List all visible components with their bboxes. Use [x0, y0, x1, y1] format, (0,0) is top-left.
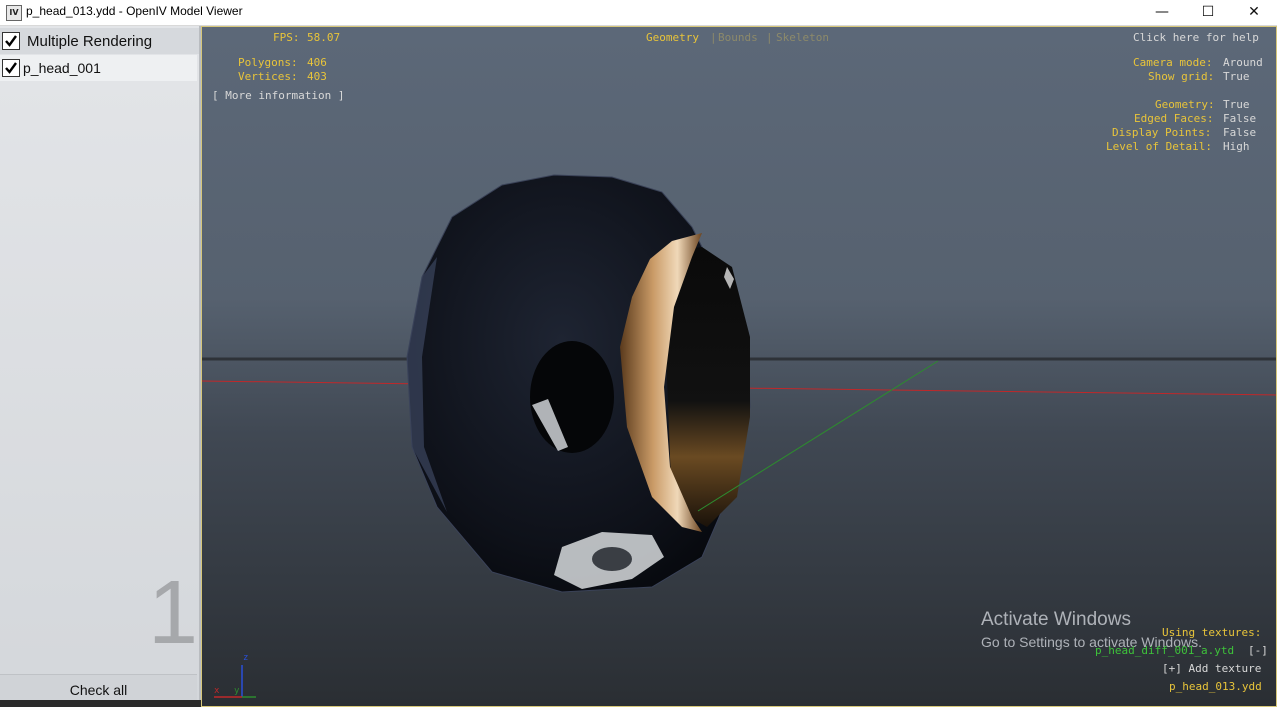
fps-value: 58.07	[307, 31, 341, 44]
fps-label: FPS:	[273, 31, 300, 44]
display-points-label[interactable]: Display Points:	[1112, 126, 1211, 139]
more-information-link[interactable]: [ More information ]	[212, 89, 344, 102]
maximize-button[interactable]: ☐	[1185, 0, 1231, 25]
help-link[interactable]: Click here for help	[1133, 31, 1259, 44]
mode-skeleton[interactable]: Skeleton	[776, 31, 829, 44]
level-of-detail-value[interactable]: High	[1223, 140, 1250, 153]
checkmark-icon	[5, 62, 17, 74]
texture-file-link[interactable]: p_head_diff_001_a.ytd	[1095, 644, 1234, 657]
model-count: 1	[148, 563, 199, 663]
level-of-detail-label[interactable]: Level of Detail:	[1106, 140, 1212, 153]
mode-bounds[interactable]: Bounds	[718, 31, 758, 44]
display-points-value[interactable]: False	[1223, 126, 1256, 139]
minimize-button[interactable]: —	[1139, 0, 1185, 25]
model-file-label: p_head_013.ydd	[1169, 680, 1262, 693]
window-title: p_head_013.ydd - OpenIV Model Viewer	[26, 4, 243, 18]
model-name-label: p_head_001	[23, 60, 101, 76]
gizmo-y-label: y	[234, 686, 240, 696]
geometry-value[interactable]: True	[1223, 98, 1250, 111]
polygons-value: 406	[307, 56, 327, 69]
mode-geometry[interactable]: Geometry	[646, 31, 699, 44]
polygons-label: Polygons:	[238, 56, 298, 69]
vertices-value: 403	[307, 70, 327, 83]
remove-texture-button[interactable]: [-]	[1248, 644, 1268, 657]
using-textures-label: Using textures:	[1162, 626, 1262, 639]
mode-separator: |	[766, 31, 773, 44]
model-checkbox[interactable]	[2, 59, 20, 77]
show-grid-label[interactable]: Show grid:	[1148, 70, 1214, 83]
model-list-sidebar: Multiple Rendering p_head_001 1 Check al…	[0, 26, 201, 707]
checkmark-icon	[5, 35, 17, 47]
vertices-label: Vertices:	[238, 70, 298, 83]
multiple-rendering-checkbox[interactable]	[2, 32, 20, 50]
add-texture-button[interactable]: [+] Add texture	[1162, 662, 1261, 675]
list-item[interactable]: p_head_001	[0, 55, 197, 81]
rim-center	[592, 547, 632, 571]
mode-separator: |	[710, 31, 717, 44]
edged-faces-label[interactable]: Edged Faces:	[1134, 112, 1213, 125]
show-grid-value[interactable]: True	[1223, 70, 1250, 83]
camera-mode-value[interactable]: Around	[1223, 56, 1263, 69]
model-viewport[interactable]: FPS: 58.07 Polygons: 406 Vertices: 403 […	[201, 26, 1277, 707]
title-bar: IV p_head_013.ydd - OpenIV Model Viewer …	[0, 0, 1277, 26]
multiple-rendering-label: Multiple Rendering	[27, 33, 153, 50]
edged-faces-value[interactable]: False	[1223, 112, 1256, 125]
gizmo-x-label: x	[214, 686, 220, 696]
openiv-app-icon: IV	[6, 5, 22, 21]
gizmo-z-label: z	[243, 653, 249, 663]
tire-hole	[530, 341, 614, 453]
taskbar-edge	[0, 700, 201, 707]
close-button[interactable]: ✕	[1231, 0, 1277, 25]
camera-mode-label[interactable]: Camera mode:	[1133, 56, 1212, 69]
geometry-label[interactable]: Geometry:	[1155, 98, 1215, 111]
multiple-rendering-row[interactable]: Multiple Rendering	[0, 28, 199, 54]
activate-windows-title: Activate Windows	[981, 609, 1131, 630]
